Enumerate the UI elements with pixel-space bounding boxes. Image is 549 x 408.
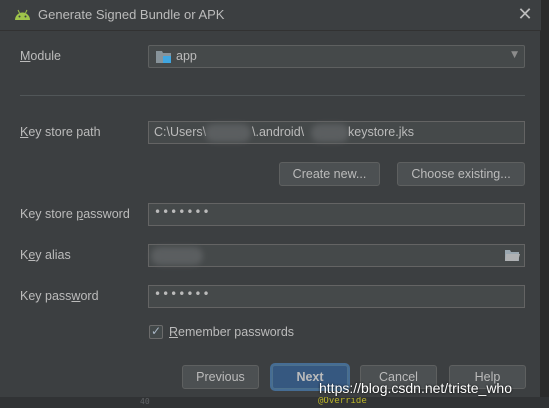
choose-existing-button[interactable]: Choose existing... (397, 162, 525, 186)
key-password-label-prefix: Key pass (20, 289, 72, 303)
key-alias-select[interactable] (148, 244, 525, 267)
folder-icon[interactable] (505, 249, 520, 262)
key-store-path-prefix: C:\Users\ (154, 125, 207, 139)
background-editor-bottom (0, 397, 549, 408)
key-password-label: Key password (20, 289, 99, 303)
watermark: https://blog.csdn.net/triste_who (319, 380, 512, 396)
redacted-key-alias (151, 247, 203, 265)
key-store-password-label-rest: assword (83, 207, 130, 221)
screen: 40 @Override Generate Signed Bundle or A… (0, 0, 549, 408)
previous-button[interactable]: Previous (182, 365, 259, 389)
dialog-title: Generate Signed Bundle or APK (38, 7, 225, 22)
checkmark-icon: ✓ (151, 324, 162, 338)
key-store-path-label: Key store path (20, 125, 101, 139)
key-alias-label: Key alias (20, 248, 71, 262)
android-icon (15, 9, 30, 20)
key-store-path-middle: \.android\ (252, 125, 305, 139)
module-select-value: app (176, 49, 197, 63)
chevron-down-icon: ▼ (511, 50, 518, 60)
redacted-username (205, 124, 251, 142)
key-store-password-field[interactable]: ••••••• (148, 203, 525, 226)
key-store-password-label: Key store password (20, 207, 130, 221)
dialog-titlebar: Generate Signed Bundle or APK ✕ (0, 0, 541, 31)
remember-passwords-checkbox[interactable]: ✓ (149, 324, 163, 339)
key-store-password-value: ••••••• (154, 205, 211, 219)
key-store-path-field[interactable]: C:\Users\ \.android\ keystore.jks (148, 121, 525, 144)
key-store-path-label-rest: ey store path (28, 125, 101, 139)
generate-signed-bundle-dialog: Generate Signed Bundle or APK ✕ Module a… (0, 0, 541, 397)
module-label: Module (20, 49, 61, 63)
module-folder-icon (156, 51, 171, 63)
background-code-annotation: @Override (318, 396, 367, 406)
remember-passwords-label[interactable]: Remember passwords (169, 325, 294, 339)
key-store-password-label-prefix: Key store (20, 207, 77, 221)
remember-passwords-label-rest: emember passwords (178, 325, 295, 339)
key-password-label-rest: ord (80, 289, 99, 303)
key-password-field[interactable]: ••••••• (148, 285, 525, 308)
background-editor (541, 0, 549, 408)
background-line-number: 40 (140, 397, 150, 406)
module-select[interactable]: app ▼ (148, 45, 525, 68)
close-icon: ✕ (517, 4, 533, 25)
key-store-path-suffix: keystore.jks (348, 125, 414, 139)
key-alias-label-rest: y alias (35, 248, 71, 262)
module-label-mnemonic: M (20, 49, 31, 63)
close-button[interactable]: ✕ (515, 5, 535, 25)
separator (20, 95, 525, 96)
create-new-button[interactable]: Create new... (279, 162, 380, 186)
redacted-keystore-name (311, 124, 349, 142)
remember-passwords-label-mnemonic: R (169, 325, 179, 339)
module-label-rest: odule (30, 49, 62, 63)
key-password-value: ••••••• (154, 287, 211, 301)
